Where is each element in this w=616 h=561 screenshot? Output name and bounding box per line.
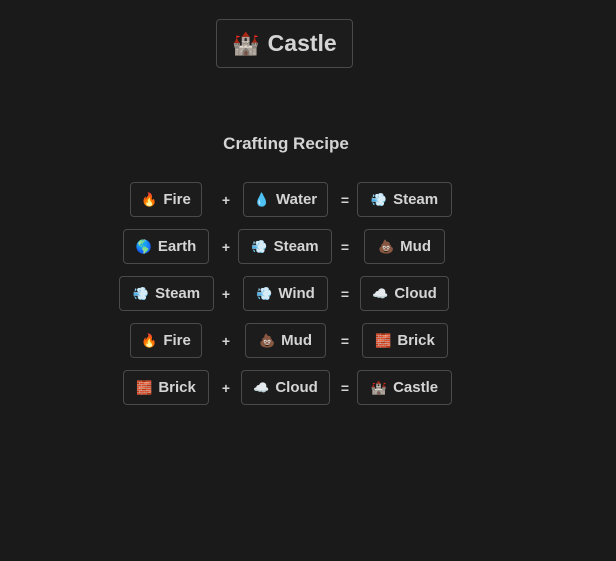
droplet-icon: 💧 <box>253 192 271 207</box>
equals-sign: = <box>340 285 350 302</box>
ingredient-a-label: Steam <box>155 285 201 302</box>
result-label: Mud <box>400 238 431 255</box>
ingredient-b-label: Steam <box>273 238 319 255</box>
dash-icon: 💨 <box>132 286 150 301</box>
ingredient-a-label: Brick <box>158 379 196 396</box>
result-chip[interactable]: ☁️ Cloud <box>360 276 449 311</box>
ingredient-b-chip[interactable]: 💨 Steam <box>238 229 332 264</box>
plus-sign: + <box>221 238 231 255</box>
crafting-recipe-heading: Crafting Recipe <box>223 134 349 153</box>
result-element-label: Castle <box>267 30 337 56</box>
ingredient-a-chip[interactable]: 🧱 Brick <box>123 370 209 405</box>
ingredient-b-chip[interactable]: 💨 Wind <box>243 276 328 311</box>
brick-icon: 🧱 <box>136 380 153 395</box>
result-label: Castle <box>393 379 439 396</box>
result-chip[interactable]: 🧱 Brick <box>362 323 448 358</box>
ingredient-b-label: Water <box>276 191 318 208</box>
ingredient-a-label: Earth <box>157 238 197 255</box>
castle-icon: 🏰 <box>232 30 260 56</box>
fire-icon: 🔥 <box>141 333 158 348</box>
ingredient-b-label: Mud <box>281 332 312 349</box>
ingredient-a-chip[interactable]: 🔥 Fire <box>130 323 202 358</box>
ingredient-a-chip[interactable]: 🔥 Fire <box>130 182 202 217</box>
equals-sign: = <box>340 332 350 349</box>
equals-sign: = <box>340 191 350 208</box>
result-chip[interactable]: 🏰 Castle <box>357 370 452 405</box>
globe-icon: 🌎 <box>135 239 152 254</box>
dash-icon: 💨 <box>251 239 268 254</box>
cloud-icon: ☁️ <box>372 286 389 301</box>
equals-sign: = <box>340 379 350 396</box>
ingredient-b-label: Cloud <box>275 379 318 396</box>
result-label: Brick <box>397 332 435 349</box>
result-chip[interactable]: 💩 Mud <box>364 229 445 264</box>
result-chip[interactable]: 💨 Steam <box>357 182 452 217</box>
ingredient-a-chip[interactable]: 🌎 Earth <box>123 229 209 264</box>
fire-icon: 🔥 <box>141 192 158 207</box>
cloud-icon: ☁️ <box>253 380 270 395</box>
plus-sign: + <box>221 332 231 349</box>
ingredient-a-label: Fire <box>163 191 191 208</box>
ingredient-b-chip[interactable]: 💩 Mud <box>245 323 326 358</box>
result-element-card[interactable]: 🏰 Castle <box>216 19 353 68</box>
result-label: Steam <box>393 191 439 208</box>
poop-icon: 💩 <box>377 239 395 254</box>
plus-sign: + <box>221 379 231 396</box>
castle-icon: 🏰 <box>370 380 388 395</box>
ingredient-b-chip[interactable]: ☁️ Cloud <box>241 370 330 405</box>
plus-sign: + <box>221 191 231 208</box>
ingredient-b-label: Wind <box>278 285 315 302</box>
ingredient-a-chip[interactable]: 💨 Steam <box>119 276 214 311</box>
dash-icon: 💨 <box>370 192 388 207</box>
poop-icon: 💩 <box>258 333 276 348</box>
result-label: Cloud <box>394 285 437 302</box>
plus-sign: + <box>221 285 231 302</box>
dash-icon: 💨 <box>256 286 273 301</box>
equals-sign: = <box>340 238 350 255</box>
ingredient-a-label: Fire <box>163 332 191 349</box>
brick-icon: 🧱 <box>375 333 392 348</box>
ingredient-b-chip[interactable]: 💧 Water <box>243 182 328 217</box>
